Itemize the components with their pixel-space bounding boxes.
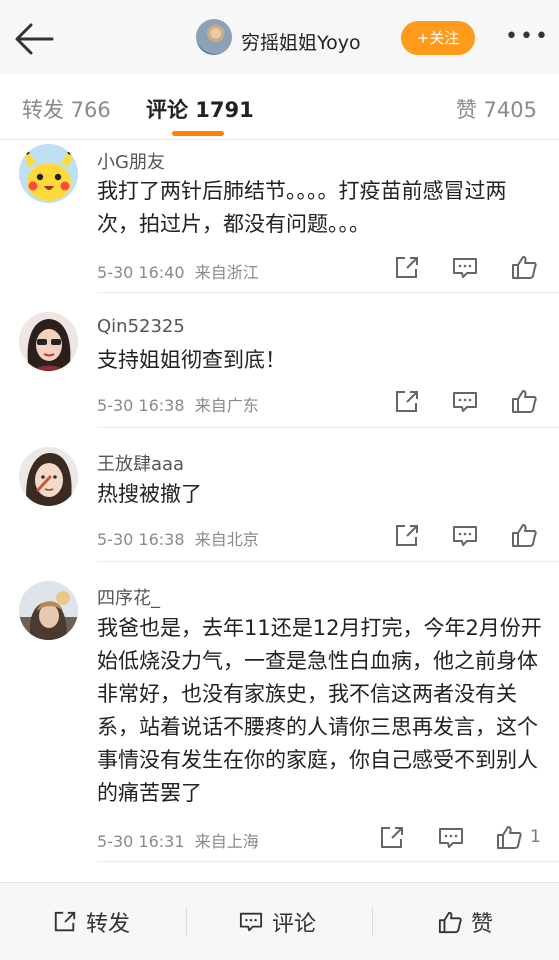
like-button[interactable]: 赞: [437, 883, 493, 960]
commenter-name[interactable]: 王放肆aaa: [97, 450, 184, 476]
tab-like[interactable]: 赞 7405: [456, 94, 537, 124]
like-icon: [438, 911, 462, 934]
repost-button[interactable]: 转发: [52, 883, 130, 960]
comment-text: 我打了两针后肺结节。。。。打疫苗前感冒过两次，拍过片，都没有问题。。。: [97, 179, 507, 236]
comment-time: 5-30 16:31: [97, 832, 185, 851]
author-avatar[interactable]: [196, 19, 232, 55]
follow-button[interactable]: +关注: [401, 21, 475, 55]
comment-item: Qin52325 支持姐姐彻查到底！ 5-30 16:38 来自广东: [0, 293, 559, 428]
comment-icon[interactable]: [451, 523, 479, 549]
comment-source: 来自广东: [194, 396, 259, 415]
comment-icon[interactable]: [451, 255, 479, 281]
comment-text: 热搜被撤了: [97, 482, 202, 506]
like-count: 1: [530, 827, 541, 847]
comment-time: 5-30 16:40: [97, 263, 185, 282]
comment-source: 来自北京: [194, 530, 259, 549]
repost-label: 转发: [86, 912, 131, 937]
divider: [372, 907, 373, 937]
comment-source: 来自上海: [194, 832, 259, 851]
comment-source: 来自浙江: [194, 263, 259, 282]
comment-meta: 5-30 16:31 来自上海: [97, 828, 259, 852]
bottom-action-bar: 转发 评论 赞: [0, 882, 559, 960]
avatar[interactable]: [19, 312, 78, 371]
comment-meta: 5-30 16:40 来自浙江: [97, 259, 259, 283]
share-icon: [54, 911, 76, 932]
share-icon[interactable]: [393, 523, 421, 549]
tab-repost[interactable]: 转发 766: [22, 94, 111, 124]
divider: [186, 907, 187, 937]
commenter-name[interactable]: Qin52325: [97, 316, 185, 337]
like-icon[interactable]: [510, 254, 538, 280]
share-icon[interactable]: [393, 255, 421, 281]
top-bar: 穷摇姐姐Yoyo +关注 •••: [0, 0, 559, 74]
like-label: 赞: [471, 912, 494, 937]
comment-icon[interactable]: [451, 389, 479, 415]
comment-text: 我爸也是，去年11还是12月打完，今年2月份开始低烧没力气，一查是急性白血病，他…: [97, 616, 542, 805]
avatar[interactable]: [19, 144, 78, 203]
commenter-name[interactable]: 四序花_: [97, 584, 160, 610]
back-arrow-icon[interactable]: [14, 22, 54, 56]
share-icon[interactable]: [393, 389, 421, 415]
comment-time: 5-30 16:38: [97, 396, 185, 415]
divider: [97, 861, 559, 862]
comment-item: 小G朋友 我打了两针后肺结节。。。。打疫苗前感冒过两次，拍过片，都没有问题。。。…: [0, 140, 559, 293]
share-icon[interactable]: [378, 825, 406, 851]
comment-icon[interactable]: [437, 825, 465, 851]
comment-time: 5-30 16:38: [97, 530, 185, 549]
avatar[interactable]: [19, 581, 78, 640]
author-name[interactable]: 穷摇姐姐Yoyo: [241, 28, 361, 55]
active-tab-indicator: [172, 131, 224, 136]
comment-button[interactable]: 评论: [238, 883, 316, 960]
more-icon[interactable]: •••: [505, 22, 548, 52]
comment-item: 王放肆aaa 热搜被撤了 5-30 16:38 来自北京: [0, 428, 559, 562]
like-icon[interactable]: [510, 522, 538, 548]
comment-meta: 5-30 16:38 来自北京: [97, 526, 259, 550]
comment-icon: [239, 912, 263, 932]
comment-label: 评论: [272, 912, 317, 937]
commenter-name[interactable]: 小G朋友: [97, 148, 165, 174]
comment-meta: 5-30 16:38 来自广东: [97, 392, 259, 416]
like-icon[interactable]: [510, 388, 538, 414]
tab-comment[interactable]: 评论 1791: [146, 94, 254, 124]
comment-item: 四序花_ 我爸也是，去年11还是12月打完，今年2月份开始低烧没力气，一查是急性…: [0, 562, 559, 862]
tab-bar: 转发 766 评论 1791 赞 7405: [0, 74, 559, 140]
like-icon[interactable]: [495, 824, 523, 850]
comment-text: 支持姐姐彻查到底！: [97, 348, 286, 372]
avatar[interactable]: [19, 447, 78, 506]
